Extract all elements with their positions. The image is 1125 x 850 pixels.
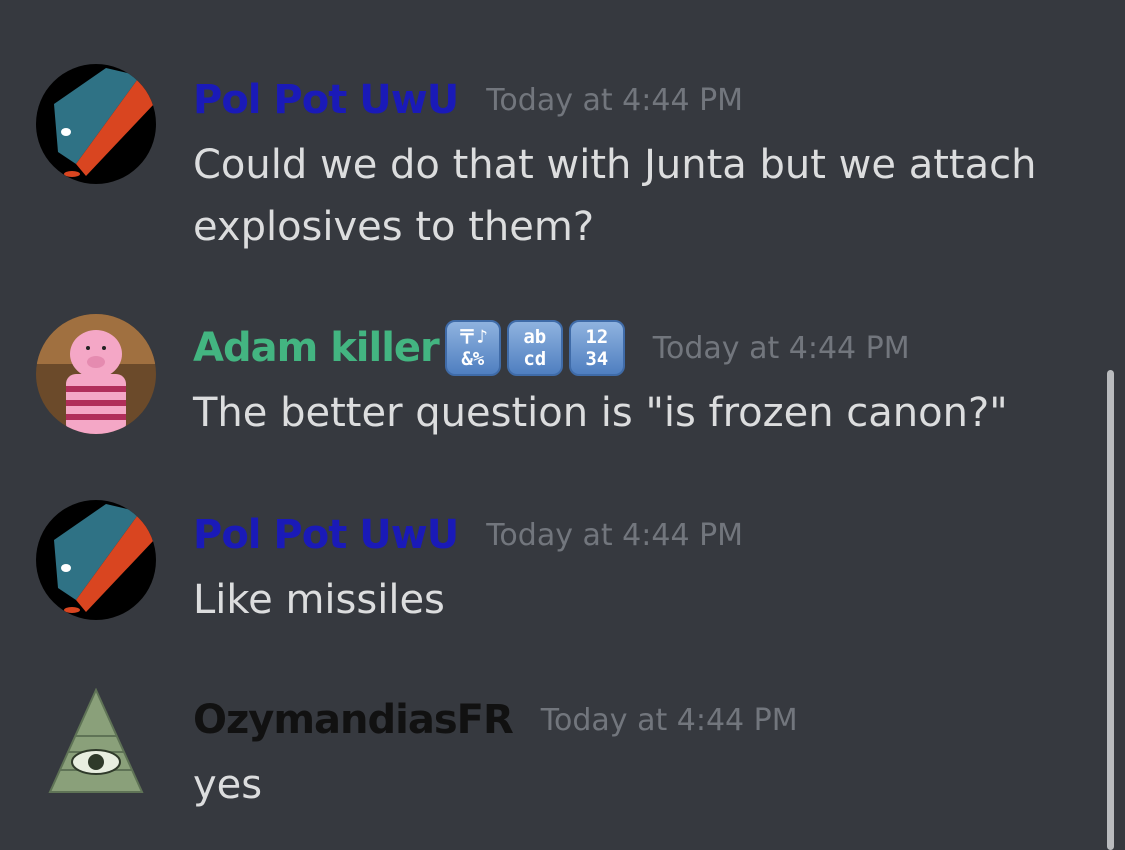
username[interactable]: Pol Pot UwU <box>193 77 459 123</box>
username[interactable]: Pol Pot UwU <box>193 512 459 558</box>
badge-top-text: 12 <box>585 326 609 348</box>
message-content: The better question is "is frozen canon?… <box>193 382 1073 444</box>
pig-figure-avatar-image <box>36 314 156 434</box>
chat-message: Pol Pot UwU Today at 4:44 PM Like missil… <box>0 500 1100 625</box>
message-content: Could we do that with Junta but we attac… <box>193 134 1073 258</box>
user-avatar[interactable] <box>36 64 156 184</box>
chat-message: Adam killer 〒♪ &% ab cd 12 34 Today at 4… <box>0 314 1100 438</box>
flag-avatar-image <box>36 500 156 620</box>
symbols-input-icon: 〒♪ &% <box>444 320 501 376</box>
message-line: The better question is "is frozen canon?… <box>193 390 1008 436</box>
numbers-input-icon: 12 34 <box>568 320 625 376</box>
user-avatar[interactable] <box>36 314 156 434</box>
user-avatar[interactable] <box>36 688 156 808</box>
chat-message-list: Pol Pot UwU Today at 4:44 PM Could we do… <box>0 0 1125 850</box>
badge-top-text: ab <box>523 326 547 348</box>
message-line: Could we do that with Junta but we attac… <box>193 142 1037 188</box>
flag-avatar-image <box>36 64 156 184</box>
chat-message: OzymandiasFR Today at 4:44 PM yes <box>0 688 1100 820</box>
badge-bottom-text: &% <box>461 348 485 370</box>
timestamp: Today at 4:44 PM <box>540 702 798 738</box>
message-content: yes <box>193 754 1073 816</box>
timestamp: Today at 4:44 PM <box>486 82 744 118</box>
badge-bottom-text: cd <box>523 348 547 370</box>
eye-of-providence-avatar-image <box>48 688 144 793</box>
timestamp: Today at 4:44 PM <box>486 517 744 553</box>
badge-top-text: 〒♪ <box>457 326 488 348</box>
badge-bottom-text: 34 <box>585 348 609 370</box>
message-line: explosives to them? <box>193 204 595 250</box>
user-avatar[interactable] <box>36 500 156 620</box>
message-line: Like missiles <box>193 577 445 623</box>
username[interactable]: OzymandiasFR <box>193 697 514 743</box>
latin-letters-input-icon: ab cd <box>506 320 563 376</box>
username[interactable]: Adam killer <box>193 325 440 371</box>
timestamp: Today at 4:44 PM <box>652 330 910 366</box>
chat-message: Pol Pot UwU Today at 4:44 PM Could we do… <box>0 64 1100 250</box>
scrollbar[interactable] <box>1107 370 1114 850</box>
message-content: Like missiles <box>193 569 1073 631</box>
message-line: yes <box>193 762 263 808</box>
